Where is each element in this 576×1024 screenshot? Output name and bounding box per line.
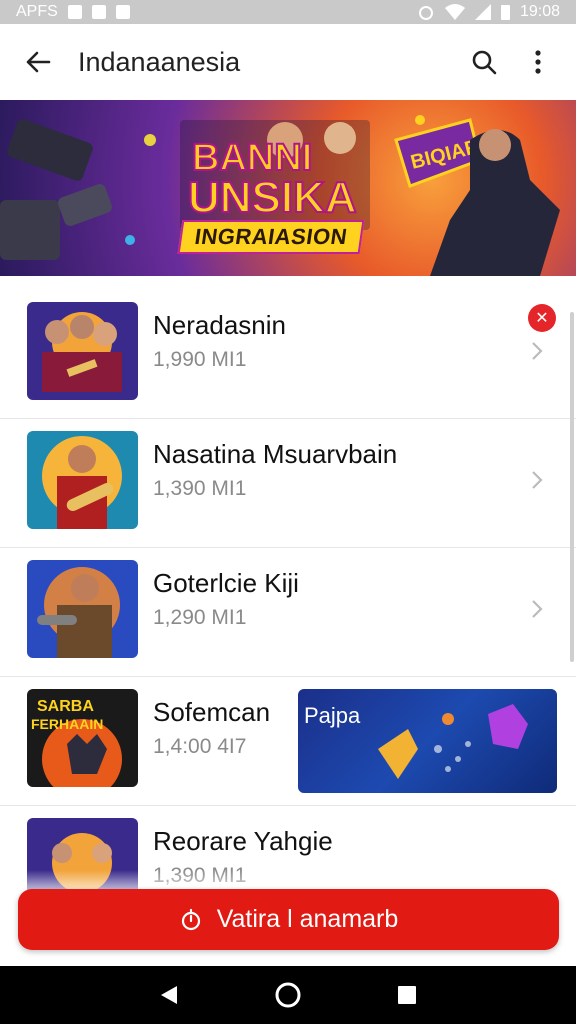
list-item[interactable]: Nasatina Msuarvbain 1,390 MI1 xyxy=(0,419,576,548)
item-title: Nasatina Msuarvbain xyxy=(153,439,398,469)
promo-card[interactable]: Pajpa xyxy=(298,689,557,793)
status-left-text: APFS xyxy=(16,3,58,20)
item-subtitle: 1,390 MI1 xyxy=(153,477,247,500)
nav-home-button[interactable] xyxy=(268,975,308,1015)
app-bar: Indanaanesia xyxy=(0,24,576,100)
more-vertical-icon xyxy=(535,50,541,74)
item-subtitle: 1,4:00 4I7 xyxy=(153,735,247,758)
chevron-right-icon xyxy=(532,342,543,360)
square-recents-icon xyxy=(397,986,416,1004)
item-thumbnail xyxy=(27,560,138,658)
chevron-right-icon xyxy=(532,600,543,618)
notification-badge: ✕ xyxy=(528,304,556,332)
system-nav-bar xyxy=(0,966,576,1024)
wifi-icon xyxy=(444,4,465,20)
alarm-icon xyxy=(418,6,433,20)
promo-label: Pajpa xyxy=(304,703,361,728)
item-subtitle: 1,990 MI1 xyxy=(153,348,247,371)
item-title: Goterlcie Kiji xyxy=(153,568,299,598)
banner-subtitle: INGRAIASION xyxy=(177,220,365,254)
scrollbar[interactable] xyxy=(570,312,574,662)
item-title: Sofemcan xyxy=(153,697,271,727)
item-title: Neradasnin xyxy=(153,310,286,340)
hero-banner[interactable]: BANNI UNSIKA BIQIAR INGRAIASION xyxy=(0,100,576,276)
nav-back-button[interactable] xyxy=(149,975,189,1015)
nav-recents-button[interactable] xyxy=(387,975,427,1015)
search-button[interactable] xyxy=(464,42,504,82)
timer-icon xyxy=(181,908,200,930)
list-item[interactable]: Goterlcie Kiji 1,290 MI1 xyxy=(0,548,576,677)
list-item[interactable]: SARBA FERHAAIN Sofemcan 1,4:00 4I7 Pajpa xyxy=(0,677,576,806)
notification-icon xyxy=(67,5,82,19)
item-thumbnail xyxy=(27,302,138,400)
more-options-button[interactable] xyxy=(518,42,558,82)
notification-icon xyxy=(115,5,130,19)
item-thumbnail xyxy=(27,431,138,529)
svg-text:FERHAAIN: FERHAAIN xyxy=(31,716,103,732)
item-list: Neradasnin 1,990 MI1 ✕ Nasatina Msuarvba… xyxy=(0,290,576,935)
item-title: Reorare Yahgie xyxy=(153,826,333,856)
page-title: Indanaanesia xyxy=(78,46,241,77)
back-button[interactable] xyxy=(18,42,58,82)
signal-icon xyxy=(474,4,491,20)
status-bar: APFS 19:08 xyxy=(0,0,576,24)
item-thumbnail: SARBA FERHAAIN xyxy=(27,689,138,787)
svg-text:UNSIKA: UNSIKA xyxy=(188,173,357,222)
svg-text:SARBA: SARBA xyxy=(37,698,94,715)
triangle-back-icon xyxy=(161,986,178,1004)
primary-action-label: Vatira l anamarb xyxy=(216,905,399,933)
status-time: 19:08 xyxy=(519,3,560,20)
chevron-right-icon xyxy=(532,471,543,489)
item-subtitle: 1,290 MI1 xyxy=(153,606,247,629)
circle-home-icon xyxy=(275,982,301,1008)
battery-icon xyxy=(500,4,510,20)
primary-action-button[interactable]: Vatira l anamarb xyxy=(18,889,559,950)
list-item[interactable]: Neradasnin 1,990 MI1 ✕ xyxy=(0,290,576,419)
search-icon xyxy=(472,50,497,75)
sim-icon xyxy=(91,5,106,19)
arrow-left-icon xyxy=(26,51,51,73)
